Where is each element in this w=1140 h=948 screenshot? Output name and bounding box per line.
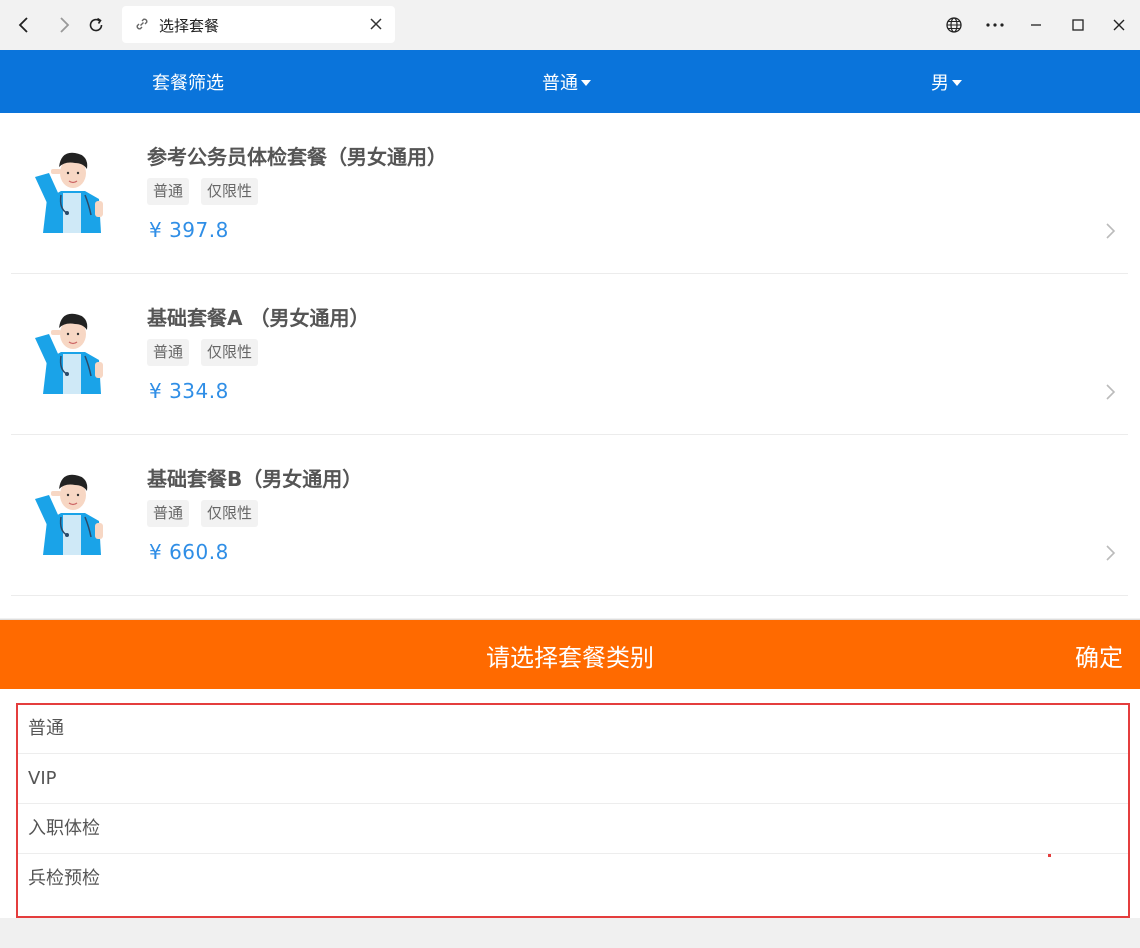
tab-title: 选择套餐: [159, 17, 220, 35]
marker-dot: [1048, 854, 1051, 857]
package-price: ¥ 397.8: [149, 218, 229, 242]
tag-badge: 普通: [147, 500, 190, 527]
close-tab-icon[interactable]: [367, 15, 385, 33]
forward-button[interactable]: [50, 10, 78, 40]
chevron-right-icon: [1106, 223, 1116, 239]
tag-badge: 普通: [147, 339, 190, 366]
category-dropdown[interactable]: 普通: [542, 69, 591, 95]
tag-badge: 普通: [147, 178, 190, 205]
tag-badge: 仅限性: [201, 178, 259, 205]
package-title: 基础套餐B（男女通用）: [147, 467, 363, 491]
chevron-right-icon: [1106, 545, 1116, 561]
browser-tab[interactable]: 选择套餐: [122, 6, 395, 43]
doctor-avatar-icon: [35, 474, 103, 555]
filter-title: 套餐筛选: [152, 69, 224, 95]
link-icon: [136, 18, 148, 30]
package-list: 参考公务员体检套餐（男女通用） 普通 仅限性 ¥ 397.8 基础套餐A （男女…: [0, 113, 1140, 618]
caret-down-icon: [952, 80, 962, 86]
maximize-icon: [1072, 19, 1084, 31]
package-price: ¥ 660.8: [149, 540, 229, 564]
close-icon: [1113, 19, 1125, 31]
more-dots-icon: [986, 23, 1004, 27]
filter-header: 套餐筛选 普通 男: [0, 50, 1140, 113]
chevron-right-icon: [1106, 384, 1116, 400]
picker-header: 请选择套餐类别 确定: [0, 619, 1140, 689]
globe-icon: [946, 17, 962, 33]
package-item[interactable]: 参考公务员体检套餐（男女通用） 普通 仅限性 ¥ 397.8: [11, 113, 1128, 274]
site-info-button[interactable]: [939, 10, 969, 40]
bottom-strip: [0, 918, 1140, 948]
tag-badge: 仅限性: [201, 500, 259, 527]
picker-title: 请选择套餐类别: [486, 644, 654, 672]
package-title: 参考公务员体检套餐（男女通用）: [147, 145, 447, 169]
selection-highlight-box: [16, 703, 1130, 918]
refresh-icon: [89, 17, 103, 32]
browser-toolbar: 选择套餐: [0, 0, 1140, 50]
doctor-avatar-icon: [35, 313, 103, 394]
maximize-button[interactable]: [1063, 10, 1093, 40]
tag-badge: 仅限性: [201, 339, 259, 366]
doctor-avatar-icon: [35, 152, 103, 233]
gender-selected: 男: [931, 73, 949, 94]
caret-down-icon: [581, 80, 591, 86]
package-title: 基础套餐A （男女通用）: [147, 306, 370, 330]
more-menu-button[interactable]: [980, 10, 1010, 40]
filter-label: 套餐筛选: [152, 73, 224, 94]
back-button[interactable]: [10, 10, 38, 40]
close-window-button[interactable]: [1104, 10, 1134, 40]
category-selected: 普通: [542, 73, 578, 94]
minimize-button[interactable]: [1021, 10, 1051, 40]
package-price: ¥ 334.8: [149, 379, 229, 403]
refresh-button[interactable]: [82, 10, 110, 40]
package-item[interactable]: 基础套餐B（男女通用） 普通 仅限性 ¥ 660.8: [11, 435, 1128, 596]
minimize-icon: [1031, 24, 1041, 26]
gender-dropdown[interactable]: 男: [931, 69, 962, 95]
confirm-button[interactable]: 确定: [1075, 638, 1123, 673]
package-item[interactable]: 基础套餐A （男女通用） 普通 仅限性 ¥ 334.8: [11, 274, 1128, 435]
back-arrow-icon: [18, 17, 28, 33]
forward-arrow-icon: [60, 17, 70, 33]
